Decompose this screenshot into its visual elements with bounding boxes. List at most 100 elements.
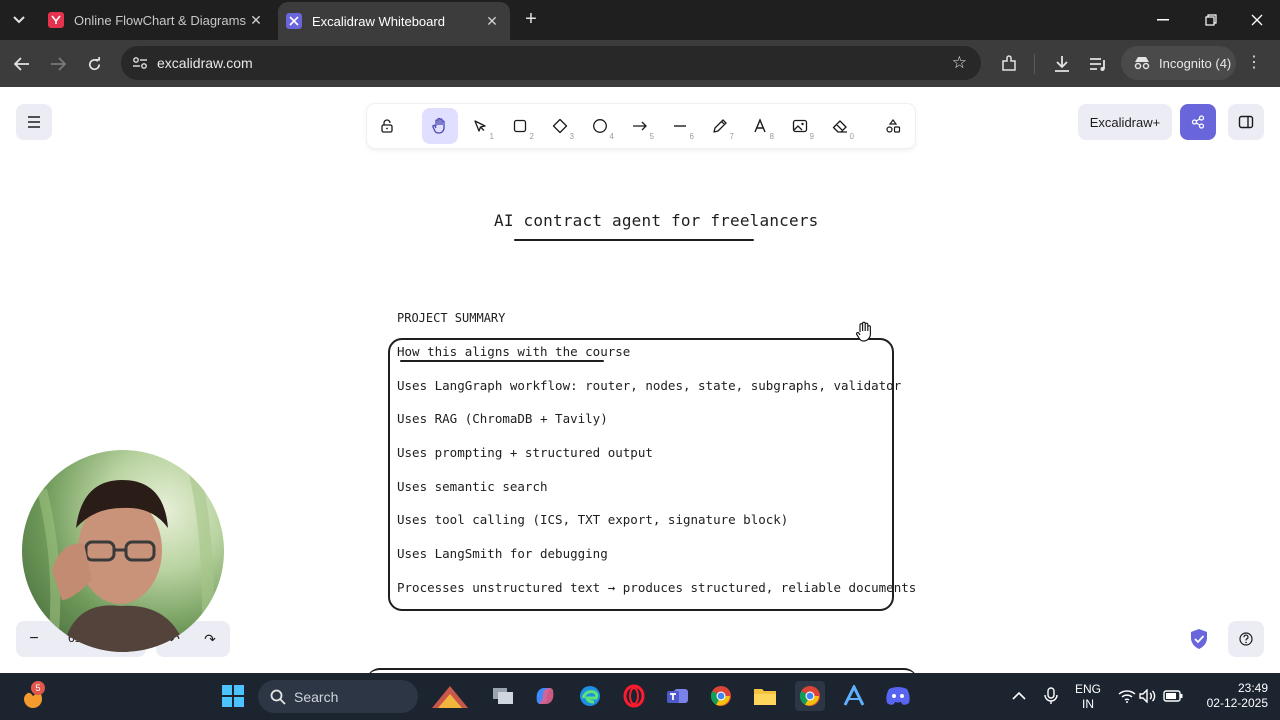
app-a-icon[interactable] — [839, 681, 869, 711]
tool-shortcut: 9 — [809, 132, 814, 141]
search-highlight-icon — [432, 686, 468, 708]
summary-line[interactable]: Uses RAG (ChromaDB + Tavily) — [397, 411, 608, 426]
edge-icon[interactable] — [575, 681, 605, 711]
tab-search-icon[interactable] — [6, 8, 32, 32]
draw-tool-button[interactable]: 7 — [702, 108, 738, 144]
microphone-icon[interactable] — [1036, 681, 1066, 711]
show-hidden-icons-icon[interactable] — [1004, 681, 1034, 711]
tab-title: Online FlowChart & Diagrams E — [74, 12, 246, 28]
tool-shortcut: 2 — [529, 132, 534, 141]
eraser-icon — [832, 120, 847, 133]
summary-line[interactable]: Uses tool calling (ICS, TXT export, sign… — [397, 512, 788, 527]
diamond-tool-button[interactable]: 3 — [542, 108, 578, 144]
project-summary-label[interactable]: PROJECT SUMMARY — [397, 311, 505, 325]
excalidraw-plus-button[interactable]: Excalidraw+ — [1078, 104, 1172, 140]
tab-excalidraw[interactable]: Excalidraw Whiteboard ✕ — [278, 2, 510, 40]
site-info-icon[interactable] — [131, 54, 149, 72]
selection-tool-button[interactable]: 1 — [462, 108, 498, 144]
close-tab-icon[interactable]: ✕ — [482, 11, 502, 31]
zoom-out-button[interactable]: − — [24, 629, 44, 649]
box-heading-text[interactable]: How this aligns with the course — [397, 344, 630, 359]
clock[interactable]: 23:49 02-12-2025 — [1192, 681, 1268, 711]
ellipse-tool-button[interactable]: 4 — [582, 108, 618, 144]
image-icon — [792, 119, 808, 133]
discord-icon[interactable] — [883, 681, 913, 711]
search-icon — [270, 689, 286, 705]
text-tool-button[interactable]: 8 — [742, 108, 778, 144]
start-windows-icon[interactable] — [218, 681, 248, 711]
encryption-shield-icon[interactable] — [1188, 628, 1210, 650]
summary-line[interactable]: Uses LangGraph workflow: router, nodes, … — [397, 378, 901, 393]
share-button[interactable] — [1180, 104, 1216, 140]
language-label: ENG — [1074, 682, 1101, 696]
extensions-icon[interactable] — [997, 52, 1021, 76]
teams-icon[interactable] — [663, 681, 693, 711]
flowchart-favicon-icon — [48, 12, 64, 28]
summary-line[interactable]: Processes unstructured text → produces s… — [397, 580, 916, 595]
input-language[interactable]: ENG IN — [1070, 682, 1106, 712]
tab-flowchart[interactable]: Online FlowChart & Diagrams E ✕ — [40, 0, 274, 40]
tool-shortcut: 6 — [689, 132, 694, 141]
share-icon — [1191, 115, 1205, 129]
close-window-icon[interactable] — [1234, 0, 1280, 40]
clock-date: 02-12-2025 — [1206, 696, 1268, 710]
back-icon[interactable] — [8, 50, 36, 78]
task-view-icon[interactable] — [488, 681, 518, 711]
new-tab-button[interactable]: + — [520, 8, 542, 30]
title-underline[interactable] — [514, 239, 754, 241]
line-tool-button[interactable]: 6 — [662, 108, 698, 144]
browser-tab-bar: Online FlowChart & Diagrams E ✕ Excalidr… — [0, 0, 1280, 40]
help-button[interactable] — [1228, 621, 1264, 657]
incognito-icon — [1134, 57, 1150, 70]
text-icon — [754, 118, 766, 133]
url-text: excalidraw.com — [157, 55, 253, 71]
cursor-icon — [474, 120, 486, 132]
library-sidebar-button[interactable] — [1228, 104, 1264, 140]
close-tab-icon[interactable]: ✕ — [246, 10, 266, 30]
address-bar[interactable]: excalidraw.com ☆ — [121, 46, 981, 80]
summary-line[interactable]: Uses prompting + structured output — [397, 445, 653, 460]
arrow-tool-button[interactable]: 5 — [622, 108, 658, 144]
clock-time: 23:49 — [1237, 681, 1268, 695]
restore-icon[interactable] — [1188, 0, 1234, 40]
hand-tool-button[interactable] — [422, 108, 458, 144]
minimize-icon[interactable] — [1140, 0, 1186, 40]
media-controls-icon[interactable] — [1086, 52, 1110, 76]
pencil-icon — [713, 119, 727, 133]
download-icon[interactable] — [1050, 52, 1074, 76]
opera-icon[interactable] — [619, 681, 649, 711]
tool-shortcut: 3 — [569, 132, 574, 141]
eraser-tool-button[interactable]: 0 — [822, 108, 858, 144]
summary-line[interactable]: Uses LangSmith for debugging — [397, 546, 608, 561]
tool-shortcut: 5 — [649, 132, 654, 141]
webcam-overlay — [22, 450, 224, 652]
chrome-icon[interactable] — [706, 681, 736, 711]
hamburger-icon — [28, 116, 40, 128]
reload-icon[interactable] — [80, 50, 108, 78]
image-tool-button[interactable]: 9 — [782, 108, 818, 144]
copilot-icon[interactable] — [530, 681, 560, 711]
extra-tools-button[interactable] — [875, 108, 911, 144]
taskbar-search-box[interactable]: Search — [258, 680, 468, 713]
incognito-profile-button[interactable]: Incognito (4) — [1121, 46, 1236, 80]
tool-shortcut: 1 — [489, 132, 494, 141]
arrow-icon — [633, 121, 647, 131]
lock-tool-button[interactable] — [369, 108, 405, 144]
rectangle-tool-button[interactable]: 2 — [502, 108, 538, 144]
chrome-active-icon[interactable] — [795, 681, 825, 711]
ellipse-icon — [593, 119, 607, 133]
region-label: IN — [1082, 697, 1094, 711]
main-menu-button[interactable] — [16, 104, 52, 140]
file-explorer-icon[interactable] — [750, 681, 780, 711]
battery-icon[interactable] — [1158, 681, 1188, 711]
chrome-menu-icon[interactable]: ⋮ — [1246, 52, 1262, 72]
person-webcam-image — [37, 458, 214, 652]
canvas-title-text[interactable]: AI contract agent for freelancers — [494, 211, 818, 230]
lock-icon — [381, 119, 393, 133]
toolbar-divider — [1034, 54, 1035, 74]
heading-underline[interactable] — [400, 360, 604, 362]
summary-line[interactable]: Uses semantic search — [397, 479, 548, 494]
redo-icon[interactable]: ↷ — [200, 629, 220, 649]
forward-icon[interactable] — [44, 50, 72, 78]
bookmark-star-icon[interactable]: ☆ — [952, 53, 967, 73]
